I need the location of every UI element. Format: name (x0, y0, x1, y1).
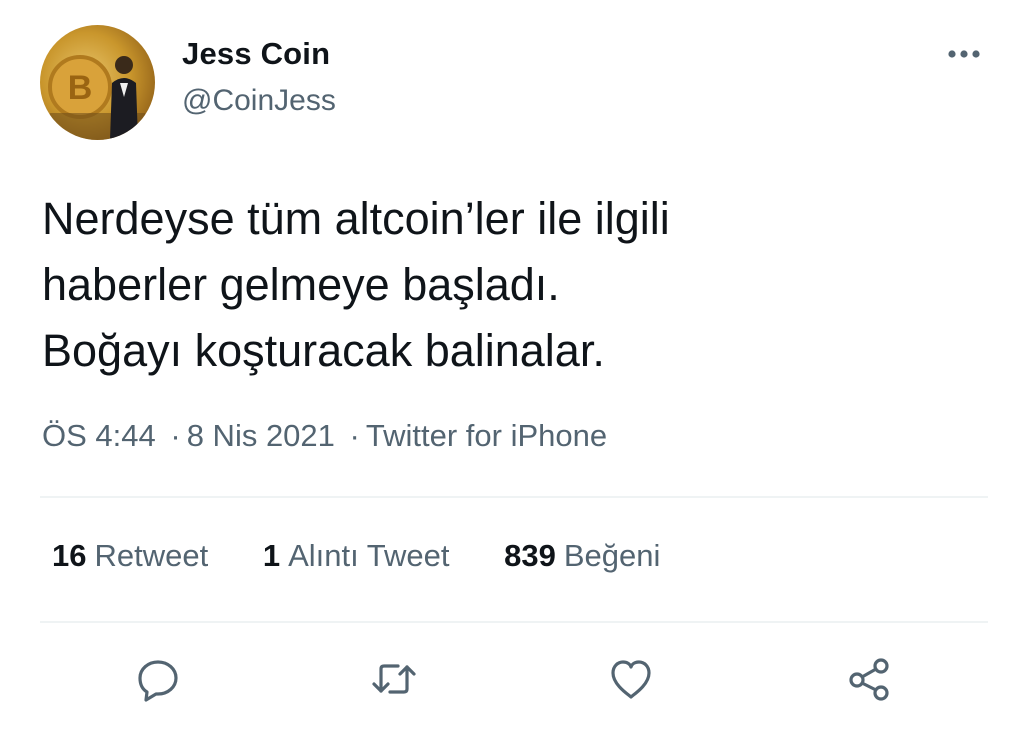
share-button[interactable] (845, 655, 893, 703)
divider (40, 621, 988, 623)
meta-separator: · (170, 418, 181, 453)
svg-text:B: B (68, 69, 93, 107)
retweet-count-stat[interactable]: 16 Retweet (52, 538, 208, 574)
tweet-text-line: Boğayı koşturacak balinalar. (42, 325, 605, 376)
more-horizontal-icon (948, 50, 980, 58)
divider (40, 496, 988, 498)
author-handle[interactable]: @CoinJess (182, 84, 336, 118)
retweet-button[interactable] (370, 655, 418, 703)
like-button[interactable] (607, 655, 655, 703)
avatar[interactable]: B (40, 25, 155, 140)
author-display-name[interactable]: Jess Coin (182, 36, 330, 72)
like-count: 839 (504, 538, 556, 573)
like-count-stat[interactable]: 839 Beğeni (504, 538, 660, 574)
avatar-image: B (40, 25, 155, 140)
tweet-text-line: Nerdeyse tüm altcoin’ler ile ilgili (42, 193, 670, 244)
tweet-source[interactable]: Twitter for iPhone (366, 418, 607, 453)
tweet-meta: ÖS 4:44 · 8 Nis 2021 · Twitter for iPhone (42, 418, 607, 454)
tweet-date[interactable]: 8 Nis 2021 (187, 418, 335, 453)
tweet-text-line: haberler gelmeye başladı. (42, 259, 560, 310)
tweet-stats: 16 Retweet 1 Alıntı Tweet 839 Beğeni (52, 538, 706, 574)
heart-icon (611, 660, 651, 699)
reply-icon (138, 660, 178, 702)
retweet-icon (372, 664, 416, 694)
tweet-text: Nerdeyse tüm altcoin’ler ile ilgili habe… (42, 186, 942, 384)
more-button[interactable] (940, 38, 988, 70)
reply-button[interactable] (134, 655, 182, 703)
meta-separator: · (349, 418, 360, 453)
share-icon (849, 658, 889, 701)
like-label: Beğeni (563, 538, 661, 573)
quote-count: 1 (262, 538, 281, 573)
retweet-label: Retweet (94, 538, 209, 573)
quote-count-stat[interactable]: 1 Alıntı Tweet (263, 538, 450, 574)
tweet-time[interactable]: ÖS 4:44 (42, 418, 156, 453)
quote-label: Alıntı Tweet (288, 538, 450, 573)
retweet-count: 16 (52, 538, 87, 573)
